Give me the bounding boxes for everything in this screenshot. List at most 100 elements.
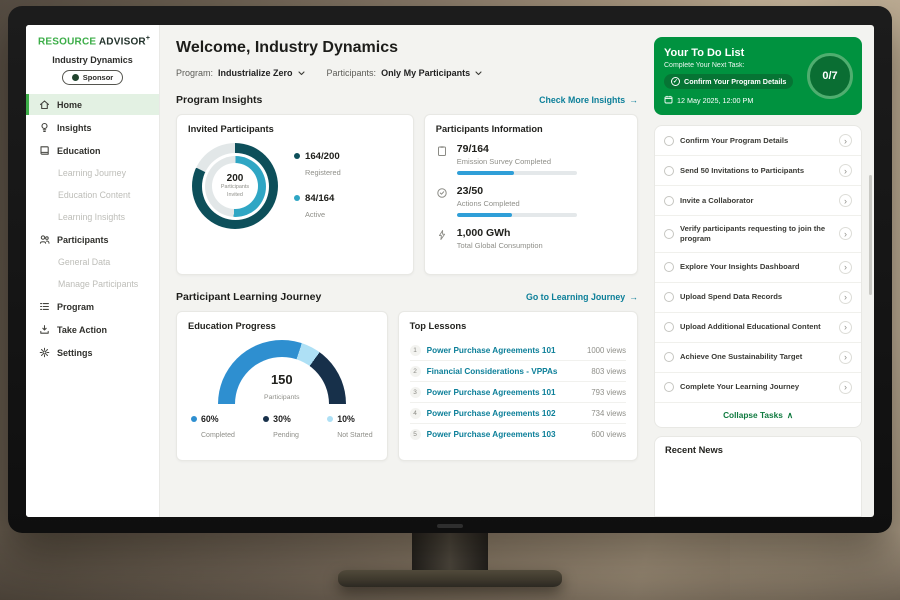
lesson-link[interactable]: Power Purchase Agreements 101 bbox=[427, 388, 586, 397]
people-icon bbox=[39, 234, 50, 245]
sidebar-item-learning-insights[interactable]: Learning Insights bbox=[26, 207, 159, 227]
task-label: Confirm Your Program Details bbox=[680, 136, 833, 146]
program-insights-header: Program Insights Check More Insights → bbox=[176, 94, 638, 106]
sidebar-item-manage-participants[interactable]: Manage Participants bbox=[26, 274, 159, 294]
legend-not-started: 10% Not Started bbox=[327, 414, 372, 442]
legend-dot bbox=[327, 416, 333, 422]
filter-value: Industrialize Zero bbox=[218, 68, 293, 78]
task-row[interactable]: Confirm Your Program Details › bbox=[655, 126, 861, 156]
sidebar-item-program[interactable]: Program bbox=[26, 296, 159, 317]
sidebar-item-take-action[interactable]: Take Action bbox=[26, 319, 159, 340]
task-row[interactable]: Upload Spend Data Records › bbox=[655, 283, 861, 313]
task-checkbox[interactable] bbox=[664, 229, 674, 239]
sidebar-item-participants[interactable]: Participants bbox=[26, 229, 159, 250]
task-label: Achieve One Sustainability Target bbox=[680, 352, 833, 362]
task-row[interactable]: Verify participants requesting to join t… bbox=[655, 216, 861, 253]
filter-bar: Program: Industrialize Zero Participants… bbox=[176, 68, 638, 78]
stat-consumption: 1,000 GWh Total Global Consumption bbox=[436, 227, 626, 255]
chevron-down-icon bbox=[475, 68, 482, 78]
check-more-insights-link[interactable]: Check More Insights → bbox=[539, 95, 638, 105]
invited-legend: 164/200 Registered 84/164 Active bbox=[294, 151, 341, 222]
learning-journey-header: Participant Learning Journey Go to Learn… bbox=[176, 291, 638, 303]
sidebar-item-label: Manage Participants bbox=[58, 279, 138, 289]
lesson-rank: 5 bbox=[410, 429, 421, 440]
org-name: Industry Dynamics bbox=[26, 55, 159, 65]
task-checkbox[interactable] bbox=[664, 352, 674, 362]
sidebar-nav: Home Insights Education Learning Journey… bbox=[26, 94, 159, 363]
lesson-row: 3 Power Purchase Agreements 101 793 view… bbox=[410, 382, 626, 403]
task-row[interactable]: Upload Additional Educational Content › bbox=[655, 313, 861, 343]
scrollbar[interactable] bbox=[869, 175, 872, 295]
education-progress-gauge: 150 Participants bbox=[188, 340, 376, 404]
stat-value: 23/50 bbox=[457, 185, 577, 197]
chevron-right-icon[interactable]: › bbox=[839, 194, 852, 207]
sidebar-item-label: Participants bbox=[57, 235, 109, 245]
next-task-label: Confirm Your Program Details bbox=[684, 77, 786, 86]
sidebar-item-home[interactable]: Home bbox=[26, 94, 159, 115]
task-row[interactable]: Explore Your Insights Dashboard › bbox=[655, 253, 861, 283]
lesson-link[interactable]: Financial Considerations - VPPAs bbox=[427, 367, 586, 376]
sidebar-item-education-content[interactable]: Education Content bbox=[26, 185, 159, 205]
chevron-right-icon[interactable]: › bbox=[839, 261, 852, 274]
task-checkbox[interactable] bbox=[664, 136, 674, 146]
page-title: Welcome, Industry Dynamics bbox=[176, 39, 638, 57]
task-label: Verify participants requesting to join t… bbox=[680, 224, 833, 244]
chevron-right-icon[interactable]: › bbox=[839, 291, 852, 304]
sidebar-item-settings[interactable]: Settings bbox=[26, 342, 159, 363]
stat-label: Actions Completed bbox=[457, 199, 577, 208]
monitor-stand-base bbox=[338, 570, 562, 587]
participants-filter[interactable]: Participants: Only My Participants bbox=[327, 68, 483, 78]
brand-secondary: ADVISOR bbox=[99, 36, 146, 47]
sponsor-badge[interactable]: Sponsor bbox=[62, 70, 123, 85]
energy-bolt-icon bbox=[436, 227, 449, 255]
lesson-row: 2 Financial Considerations - VPPAs 803 v… bbox=[410, 361, 626, 382]
list-icon bbox=[39, 301, 50, 312]
chevron-right-icon[interactable]: › bbox=[839, 134, 852, 147]
task-checkbox[interactable] bbox=[664, 262, 674, 272]
education-legend: 60% Completed 30% Pending bbox=[188, 414, 376, 442]
sidebar-item-label: Settings bbox=[57, 348, 93, 358]
gauge-center-label: Participants bbox=[264, 394, 300, 401]
chevron-right-icon[interactable]: › bbox=[839, 351, 852, 364]
task-checkbox[interactable] bbox=[664, 196, 674, 206]
sidebar-item-learning-journey[interactable]: Learning Journey bbox=[26, 163, 159, 183]
monitor-bezel: RESOURCE ADVISOR+ Industry Dynamics Spon… bbox=[8, 6, 892, 533]
legend-completed: 60% Completed bbox=[191, 414, 235, 442]
task-checkbox[interactable] bbox=[664, 292, 674, 302]
filter-value: Only My Participants bbox=[381, 68, 470, 78]
sidebar-item-general-data[interactable]: General Data bbox=[26, 252, 159, 272]
task-row[interactable]: Achieve One Sustainability Target › bbox=[655, 343, 861, 373]
task-row[interactable]: Invite a Collaborator › bbox=[655, 186, 861, 216]
chevron-right-icon[interactable]: › bbox=[839, 381, 852, 394]
target-check-icon bbox=[436, 185, 449, 217]
sidebar-item-education[interactable]: Education bbox=[26, 140, 159, 161]
task-checkbox[interactable] bbox=[664, 322, 674, 332]
sidebar-item-label: Program bbox=[57, 302, 94, 312]
recent-news-title: Recent News bbox=[665, 445, 851, 455]
task-row[interactable]: Complete Your Learning Journey › bbox=[655, 373, 861, 403]
next-task-chip[interactable]: ✓ Confirm Your Program Details bbox=[664, 74, 793, 89]
sidebar-item-insights[interactable]: Insights bbox=[26, 117, 159, 138]
chevron-right-icon[interactable]: › bbox=[839, 164, 852, 177]
sidebar-item-label: Take Action bbox=[57, 325, 107, 335]
task-checkbox[interactable] bbox=[664, 382, 674, 392]
legend-label: Pending bbox=[273, 432, 299, 439]
task-checkbox[interactable] bbox=[664, 166, 674, 176]
legend-label: Active bbox=[305, 210, 325, 219]
chevron-right-icon[interactable]: › bbox=[839, 227, 852, 240]
task-label: Invite a Collaborator bbox=[680, 196, 833, 206]
collapse-tasks-link[interactable]: Collapse Tasks ∧ bbox=[655, 403, 861, 427]
lesson-link[interactable]: Power Purchase Agreements 103 bbox=[427, 430, 586, 439]
gauge-center-value: 150 bbox=[218, 373, 346, 386]
program-filter[interactable]: Program: Industrialize Zero bbox=[176, 68, 305, 78]
lesson-link[interactable]: Power Purchase Agreements 101 bbox=[427, 346, 581, 355]
lesson-views: 734 views bbox=[591, 409, 626, 418]
card-title: Participants Information bbox=[436, 124, 626, 134]
lesson-link[interactable]: Power Purchase Agreements 102 bbox=[427, 409, 586, 418]
chevron-right-icon[interactable]: › bbox=[839, 321, 852, 334]
legend-dot bbox=[294, 153, 300, 159]
go-to-learning-journey-link[interactable]: Go to Learning Journey → bbox=[526, 292, 638, 302]
task-list-card: Confirm Your Program Details › Send 50 I… bbox=[654, 125, 862, 428]
task-row[interactable]: Send 50 Invitations to Participants › bbox=[655, 156, 861, 186]
lesson-views: 600 views bbox=[591, 430, 626, 439]
